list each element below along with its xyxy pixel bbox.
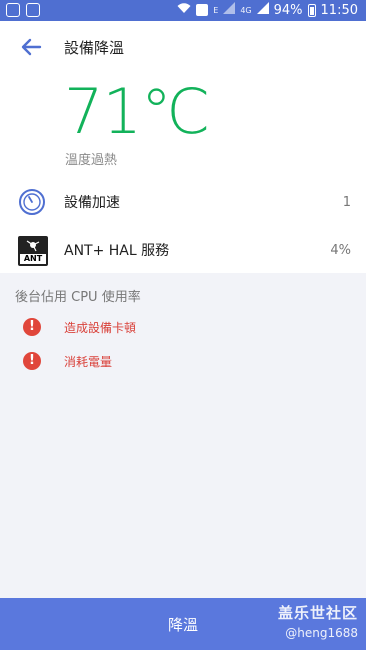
battery-percent: 94% — [273, 2, 303, 18]
issue-label: 造成設備卡頓 — [64, 321, 137, 335]
status-indicators: E 4G 94% 11:50 — [177, 2, 358, 18]
item-value: 1 — [342, 194, 351, 210]
list-item-speed-up[interactable]: 設備加速 1 — [0, 178, 366, 226]
issue-item: ! 消耗電量 — [0, 347, 366, 377]
cool-down-label: 降溫 — [167, 615, 198, 634]
speedometer-icon — [18, 188, 46, 216]
main-panel: 設備降溫 71℃ 溫度過熱 設備加速 1 ANT ANT+ HAL 服務 4% — [0, 21, 366, 273]
issue-item: ! 造成設備卡頓 — [0, 313, 366, 343]
page-title: 設備降溫 — [64, 39, 125, 57]
network-small-label: E — [213, 5, 219, 15]
error-icon: ! — [23, 352, 41, 370]
watermark-line2: @heng1688 — [285, 626, 358, 640]
back-arrow-icon[interactable] — [18, 36, 46, 58]
item-value: 4% — [330, 242, 351, 258]
item-label: ANT+ HAL 服務 — [64, 243, 170, 259]
issue-label: 消耗電量 — [64, 355, 113, 369]
error-icon: ! — [23, 318, 41, 336]
signal-icon-2 — [256, 2, 269, 18]
item-label: 設備加速 — [64, 195, 120, 211]
battery-icon — [307, 3, 316, 17]
clock: 11:50 — [320, 2, 358, 18]
notification-icons — [6, 3, 40, 17]
list-item-ant-hal[interactable]: ANT ANT+ HAL 服務 4% — [0, 226, 366, 274]
signal-icon — [223, 2, 236, 18]
notification-app-icon — [6, 3, 20, 17]
temperature-value: 71℃ — [64, 75, 211, 148]
notification-app-icon — [26, 3, 40, 17]
temperature-status: 溫度過熱 — [65, 153, 118, 168]
watermark-line1: 盖乐世社区 — [277, 604, 358, 622]
ant-app-icon: ANT — [18, 236, 48, 266]
background-cpu-title: 後台佔用 CPU 使用率 — [15, 290, 141, 305]
network-type: 4G — [240, 5, 252, 15]
watermark: 盖乐世社区 @heng1688 — [278, 598, 358, 650]
status-bar: E 4G 94% 11:50 — [0, 0, 366, 21]
wifi-icon — [177, 2, 191, 18]
ant-icon-text: ANT — [20, 254, 46, 264]
data-saver-icon — [196, 4, 209, 16]
